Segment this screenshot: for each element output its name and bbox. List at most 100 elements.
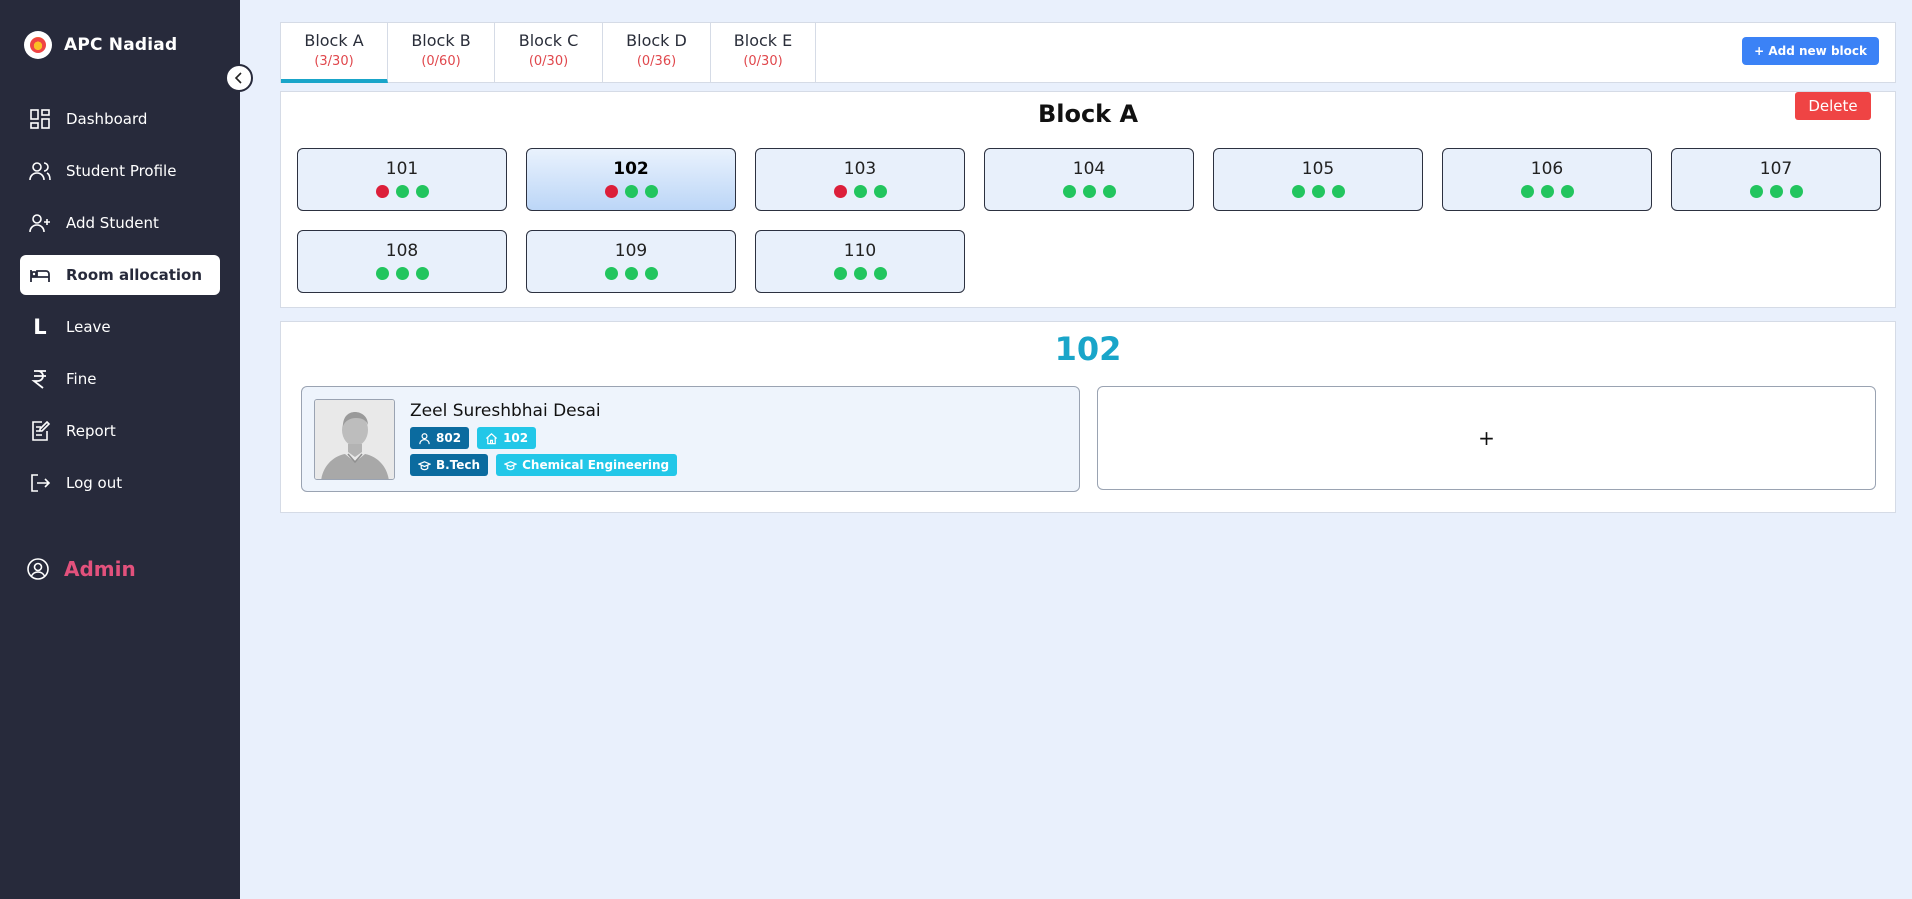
sidebar-item-fine[interactable]: Fine (20, 359, 220, 399)
plus-icon: + (1478, 426, 1495, 450)
bed-status-dots (298, 185, 506, 198)
block-panel: Block A Delete 101 102 103 104 105 106 107 108 1… (280, 91, 1896, 308)
bed-status-dots (756, 185, 964, 198)
student-badges-row-2: B.Tech Chemical Engineering (410, 454, 678, 476)
room-number: 109 (614, 241, 648, 261)
sidebar-item-room-allocation[interactable]: Room allocation (20, 255, 220, 295)
available-bed-dot (1291, 185, 1305, 198)
leave-L-icon: L (33, 315, 47, 339)
available-bed-dot (1331, 185, 1345, 198)
brand-name: APC Nadiad (64, 35, 178, 55)
student-degree: B.Tech (436, 458, 481, 472)
sidebar-item-dashboard[interactable]: Dashboard (20, 99, 220, 139)
room-card-105[interactable]: 105 (1213, 148, 1423, 211)
available-bed-dot (1540, 185, 1554, 198)
room-card-104[interactable]: 104 (984, 148, 1194, 211)
sidebar-item-label: Student Profile (66, 162, 177, 180)
home-icon (486, 432, 498, 444)
tab-count: (3/30) (314, 54, 354, 69)
branch-badge: Chemical Engineering (496, 454, 678, 476)
room-card-102[interactable]: 102 (526, 148, 736, 211)
sidebar-item-student-profile[interactable]: Student Profile (20, 151, 220, 191)
bed-status-dots (298, 267, 506, 280)
room-card-103[interactable]: 103 (755, 148, 965, 211)
available-bed-dot (833, 267, 847, 280)
report-edit-icon (32, 420, 51, 441)
available-bed-dot (873, 185, 887, 198)
occupied-bed-dot (375, 185, 389, 198)
sidebar-item-log-out[interactable]: Log out (20, 463, 220, 503)
available-bed-dot (853, 267, 867, 280)
room-card-106[interactable]: 106 (1442, 148, 1652, 211)
available-bed-dot (1749, 185, 1763, 198)
available-bed-dot (395, 267, 409, 280)
available-bed-dot (1560, 185, 1574, 198)
tab-label: Block D (626, 31, 687, 50)
bed-status-dots (1672, 185, 1880, 198)
available-bed-dot (1082, 185, 1096, 198)
brand[interactable]: APC Nadiad (24, 31, 177, 59)
logout-icon (31, 474, 51, 492)
block-title: Block A (1037, 100, 1139, 128)
sidebar-item-label: Fine (66, 370, 97, 388)
room-card-109[interactable]: 109 (526, 230, 736, 293)
available-bed-dot (1102, 185, 1116, 198)
available-bed-dot (415, 267, 429, 280)
sidebar-item-label: Log out (66, 474, 123, 492)
room-number: 101 (385, 159, 419, 179)
admin-profile[interactable]: Admin (26, 557, 136, 581)
room-number: 108 (385, 241, 419, 261)
sidebar: APC Nadiad Dashboard Student Profile Add… (0, 0, 240, 899)
sidebar-item-label: Dashboard (66, 110, 148, 128)
sidebar-item-leave[interactable]: L Leave (20, 307, 220, 347)
available-bed-dot (395, 185, 409, 198)
bed-status-dots (527, 185, 735, 198)
admin-label: Admin (64, 557, 136, 581)
room-number: 103 (843, 159, 877, 179)
delete-block-button[interactable]: Delete (1795, 92, 1871, 120)
bed-status-dots (1443, 185, 1651, 198)
add-new-block-button[interactable]: + Add new block (1742, 37, 1879, 65)
sidebar-item-label: Room allocation (66, 266, 203, 284)
room-number: 110 (843, 241, 877, 261)
room-detail-panel: 102 Zeel Sureshbhai Desai 802 102 B.Tech… (280, 321, 1896, 513)
collapse-sidebar-button[interactable] (225, 64, 253, 92)
room-detail-title: 102 (1054, 330, 1122, 368)
college-logo-icon (24, 31, 52, 59)
person-placeholder-icon (315, 400, 394, 479)
room-card-108[interactable]: 108 (297, 230, 507, 293)
room-number-badge: 102 (477, 427, 537, 449)
student-id: 802 (436, 431, 462, 445)
tab-block-d[interactable]: Block D (0/36) (603, 23, 711, 83)
user-plus-icon (29, 214, 50, 233)
room-card-101[interactable]: 101 (297, 148, 507, 211)
available-bed-dot (1769, 185, 1783, 198)
add-student-to-room-button[interactable]: + (1097, 386, 1876, 490)
available-bed-dot (853, 185, 867, 198)
student-id-badge: 802 (410, 427, 470, 449)
tab-label: Block B (411, 31, 471, 50)
block-tabs-bar: Block A (3/30) Block B (0/60) Block C (0… (280, 22, 1896, 83)
available-bed-dot (1311, 185, 1325, 198)
student-card[interactable]: Zeel Sureshbhai Desai 802 102 B.Tech Che… (301, 386, 1080, 492)
student-name: Zeel Sureshbhai Desai (410, 401, 601, 421)
person-icon (419, 432, 430, 444)
room-number: 104 (1072, 159, 1106, 179)
student-badges-row-1: 802 102 (410, 427, 537, 449)
tab-block-b[interactable]: Block B (0/60) (388, 23, 495, 83)
room-number: 107 (1759, 159, 1793, 179)
occupied-bed-dot (604, 185, 618, 198)
sidebar-item-label: Add Student (66, 214, 159, 232)
room-card-107[interactable]: 107 (1671, 148, 1881, 211)
available-bed-dot (415, 185, 429, 198)
sidebar-item-add-student[interactable]: Add Student (20, 203, 220, 243)
occupied-bed-dot (833, 185, 847, 198)
tab-block-a[interactable]: Block A (3/30) (281, 23, 388, 83)
tab-block-e[interactable]: Block E (0/30) (711, 23, 816, 83)
room-card-110[interactable]: 110 (755, 230, 965, 293)
sidebar-item-report[interactable]: Report (20, 411, 220, 451)
tab-block-c[interactable]: Block C (0/30) (495, 23, 603, 83)
student-room: 102 (503, 431, 529, 445)
user-circle-icon (27, 558, 49, 580)
tab-count: (0/30) (743, 54, 783, 69)
